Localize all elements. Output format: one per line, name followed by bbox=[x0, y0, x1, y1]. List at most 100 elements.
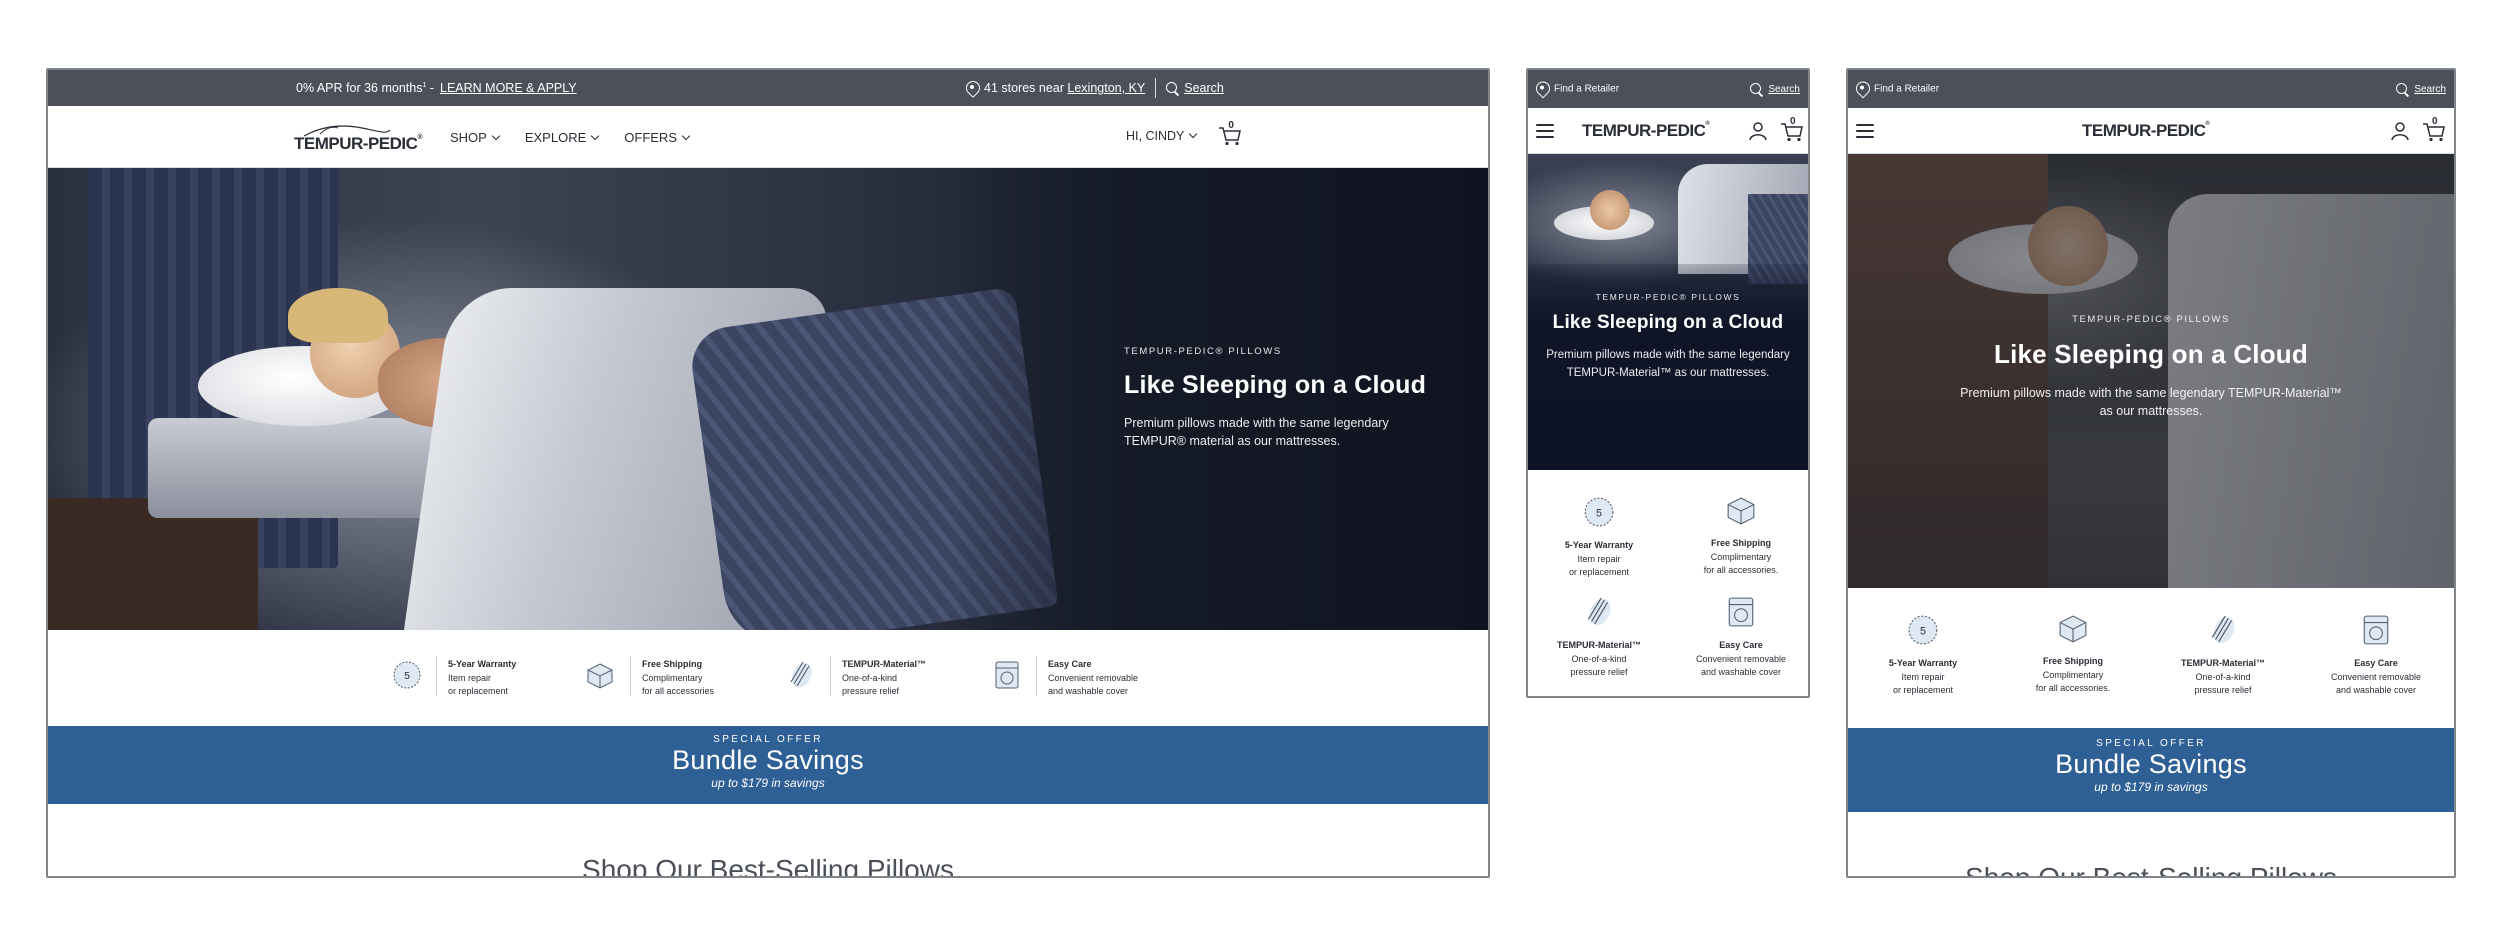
hamburger-menu-icon[interactable] bbox=[1536, 124, 1554, 138]
hero-copy: TEMPUR-PEDIC® PILLOWS Like Sleeping on a… bbox=[1124, 346, 1454, 450]
cart-count: 0 bbox=[1228, 120, 1234, 131]
cart-count: 0 bbox=[1790, 116, 1796, 127]
location-pin-icon bbox=[1856, 82, 1868, 97]
hero-banner: TEMPUR-PEDIC® PILLOWS Like Sleeping on a… bbox=[1848, 154, 2454, 588]
logo-swoosh-icon bbox=[303, 125, 391, 137]
nav-shop[interactable]: SHOP bbox=[450, 130, 501, 145]
sleeper-hair bbox=[288, 288, 388, 343]
find-retailer-link[interactable]: Find a Retailer bbox=[1536, 82, 1619, 97]
nav-account-area: HI, CINDY 0 bbox=[1126, 120, 1242, 146]
offer-title: Bundle Savings bbox=[2055, 749, 2247, 779]
feature-shipping: Free Shipping Complimentary for all access… bbox=[1998, 614, 2148, 696]
warranty-5-icon: 5 bbox=[1908, 615, 1938, 645]
location-pin-icon bbox=[966, 81, 978, 96]
account-menu[interactable]: HI, CINDY bbox=[1126, 129, 1198, 143]
brand-logo[interactable]: TEMPUR-PEDIC® bbox=[1582, 121, 1710, 141]
warranty-5-icon: 5 bbox=[1584, 497, 1614, 527]
hero-headline: Like Sleeping on a Cloud bbox=[1994, 339, 2308, 369]
find-retailer-link[interactable]: Find a Retailer bbox=[1856, 82, 1939, 97]
hero-headline: Like Sleeping on a Cloud bbox=[1124, 371, 1427, 399]
search-link[interactable]: Search bbox=[1184, 81, 1224, 95]
promo-bar: Find a Retailer Search bbox=[1528, 70, 1808, 108]
offer-title: Bundle Savings bbox=[672, 745, 864, 775]
mobile-viewport: Find a Retailer Search TEMPUR-PEDIC® 0 T… bbox=[1526, 68, 1810, 698]
search-label: Search bbox=[2414, 83, 2446, 95]
find-retailer-label: Find a Retailer bbox=[1554, 83, 1620, 95]
feature-easy-care: Easy Care Convenient removable and washabl… bbox=[2298, 614, 2454, 698]
feature-easy-care: Easy Care Convenient removable and washa… bbox=[1048, 659, 1139, 696]
main-nav: TEMPUR-PEDIC® 0 bbox=[1528, 108, 1808, 154]
find-retailer-label: Find a Retailer bbox=[1874, 83, 1940, 95]
feature-divider bbox=[630, 656, 631, 696]
feature-warranty: 5 5-Year Warranty Item repair or replaceme… bbox=[1848, 614, 1998, 698]
promo-divider bbox=[1155, 78, 1157, 98]
svg-text:5: 5 bbox=[1920, 625, 1926, 637]
brand-logo[interactable]: TEMPUR-PEDIC® bbox=[2082, 121, 2210, 141]
feature-grid: 5 5-Year Warranty Item repair or replaceme… bbox=[1528, 470, 1808, 696]
chevron-down-icon bbox=[491, 131, 501, 140]
sleeper bbox=[1590, 190, 1630, 230]
tablet-viewport: Find a Retailer Search TEMPUR-PEDIC® 0 T… bbox=[1846, 68, 2456, 878]
account-icon[interactable] bbox=[2390, 121, 2410, 141]
section-heading: Shop Our Best-Selling Pillows bbox=[582, 854, 954, 878]
stores-text: 41 stores near Lexington, KY bbox=[984, 81, 1146, 95]
special-offer-banner[interactable]: SPECIAL OFFER Bundle Savings up to $179 … bbox=[1848, 728, 2454, 812]
hero-eyebrow: TEMPUR-PEDIC® PILLOWS bbox=[1595, 292, 1741, 302]
hero-headline: Like Sleeping on a Cloud bbox=[1552, 312, 1784, 333]
store-locator[interactable]: 41 stores near Lexington, KY Search bbox=[966, 78, 1224, 98]
brand-logo[interactable]: TEMPUR-PEDIC® bbox=[294, 125, 423, 154]
hero-eyebrow: TEMPUR-PEDIC® PILLOWS bbox=[2072, 314, 2230, 325]
cart-button[interactable]: 0 bbox=[2422, 116, 2446, 142]
washing-machine-icon bbox=[2363, 615, 2389, 645]
promo-bar: 0% APR for 36 months1 - LEARN MORE & APP… bbox=[48, 70, 1488, 106]
material-layers-icon bbox=[790, 661, 812, 688]
hero-subcopy: Premium pillows made with the same legen… bbox=[1546, 349, 1790, 380]
hero-banner: TEMPUR-PEDIC® PILLOWS Like Sleeping on a… bbox=[48, 168, 1488, 630]
svg-text:5: 5 bbox=[1596, 507, 1602, 519]
financing-promo: 0% APR for 36 months1 - LEARN MORE & APP… bbox=[296, 81, 577, 95]
primary-nav-links: SHOP EXPLORE OFFERS bbox=[450, 106, 691, 168]
logo-text: TEMPUR-PEDIC bbox=[1582, 121, 1706, 140]
offer-subtitle: up to $179 in savings bbox=[711, 776, 825, 790]
feature-strip: 5 5-Year Warranty Item repair or replace… bbox=[48, 630, 1488, 726]
feature-material: TEMPUR-Material™ One-of-a-kind pressure … bbox=[842, 659, 927, 696]
offer-eyebrow: SPECIAL OFFER bbox=[2096, 738, 2206, 749]
store-location-link[interactable]: Lexington, KY bbox=[1067, 81, 1145, 95]
section-heading: Shop Our Best-Selling Pillows bbox=[1965, 862, 2337, 878]
hamburger-menu-icon[interactable] bbox=[1856, 124, 1874, 138]
hero-copy: TEMPUR-PEDIC® PILLOWS Like Sleeping on a… bbox=[1528, 292, 1808, 383]
search-label: Search bbox=[1768, 83, 1800, 95]
cart-button[interactable]: 0 bbox=[1218, 120, 1242, 146]
nav-offers[interactable]: OFFERS bbox=[624, 130, 691, 145]
material-layers-icon bbox=[1587, 597, 1611, 626]
hero-eyebrow: TEMPUR-PEDIC® PILLOWS bbox=[1124, 346, 1282, 357]
washing-machine-icon bbox=[1728, 597, 1754, 627]
feature-material: TEMPUR-Material™ One-of-a-kind pressure re… bbox=[1528, 596, 1670, 680]
hero-banner: TEMPUR-PEDIC® PILLOWS Like Sleeping on a… bbox=[1528, 154, 1808, 470]
desktop-viewport: 0% APR for 36 months1 - LEARN MORE & APP… bbox=[46, 68, 1490, 878]
svg-text:5: 5 bbox=[404, 671, 410, 682]
learn-more-apply-link[interactable]: LEARN MORE & APPLY bbox=[440, 81, 577, 95]
cart-button[interactable]: 0 bbox=[1780, 116, 1804, 142]
feature-shipping: Free Shipping Complimentary for all access… bbox=[1670, 496, 1808, 578]
feature-divider bbox=[436, 656, 437, 696]
shipping-box-icon bbox=[1727, 497, 1755, 525]
feature-material: TEMPUR-Material™ One-of-a-kind pressure re… bbox=[2148, 614, 2298, 698]
search-link[interactable]: Search bbox=[2396, 83, 2446, 95]
search-icon bbox=[1750, 83, 1762, 95]
promo-bar: Find a Retailer Search bbox=[1848, 70, 2454, 108]
search-link[interactable]: Search bbox=[1750, 83, 1800, 95]
shipping-box-icon bbox=[587, 663, 613, 689]
washing-machine-icon bbox=[995, 661, 1019, 689]
chevron-down-icon bbox=[591, 131, 600, 140]
feature-warranty: 5 5-Year Warranty Item repair or replaceme… bbox=[1528, 496, 1670, 580]
main-nav: TEMPUR-PEDIC® SHOP EXPLORE OFFERS HI, CI… bbox=[48, 106, 1488, 168]
feature-divider bbox=[1036, 656, 1037, 696]
feature-easy-care: Easy Care Convenient removable and washabl… bbox=[1670, 596, 1808, 680]
feature-shipping: Free Shipping Complimentary for all acce… bbox=[642, 659, 715, 696]
account-icon[interactable] bbox=[1748, 121, 1768, 141]
special-offer-banner[interactable]: SPECIAL OFFER Bundle Savings up to $179 … bbox=[48, 726, 1488, 804]
feature-strip: 5 5-Year Warranty Item repair or replaceme… bbox=[1848, 588, 2454, 728]
nav-explore[interactable]: EXPLORE bbox=[525, 130, 600, 145]
cart-count: 0 bbox=[2432, 116, 2438, 127]
